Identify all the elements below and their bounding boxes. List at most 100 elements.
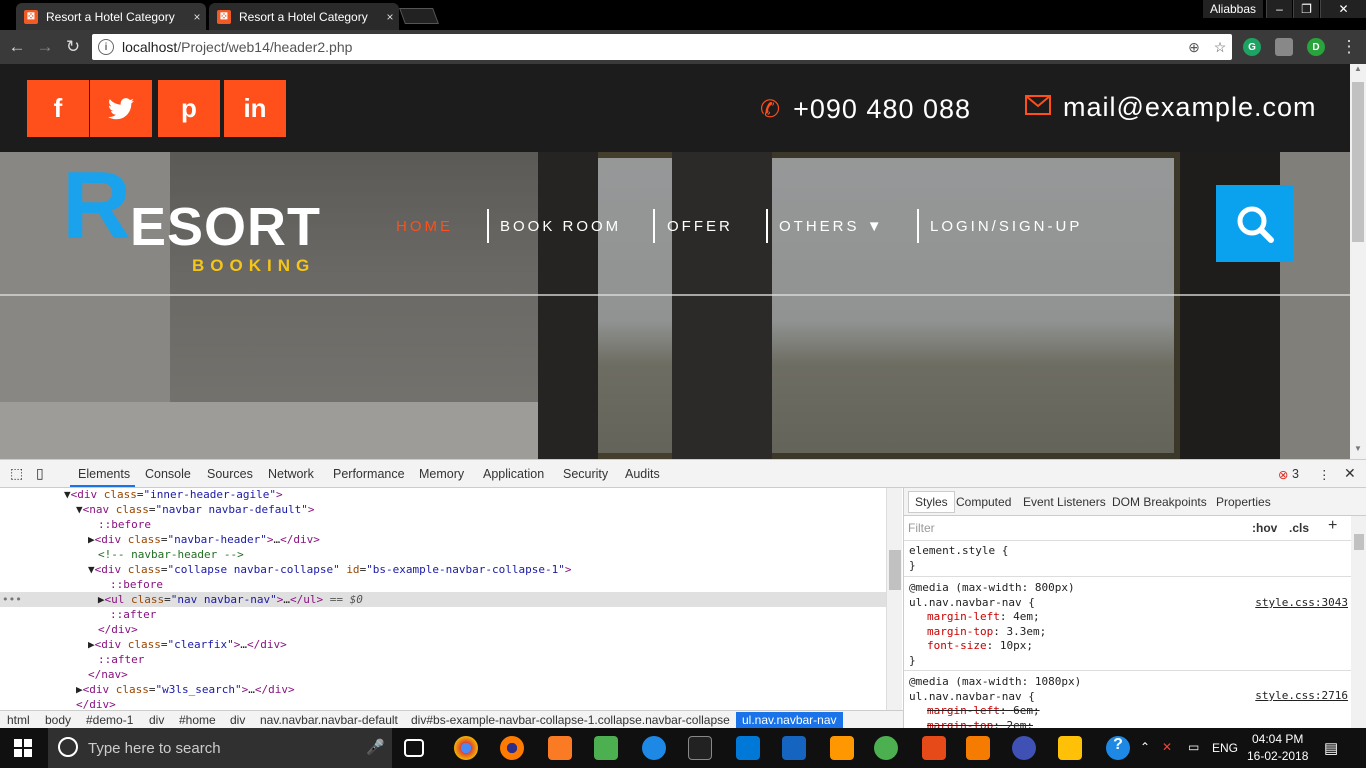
extension-icon[interactable]: D — [1307, 38, 1325, 56]
zoom-icon[interactable]: ⊕ — [1184, 34, 1204, 60]
breadcrumb-item-selected[interactable]: ul.nav.navbar-nav — [736, 712, 843, 729]
window-app-icon[interactable] — [782, 736, 806, 760]
reload-icon[interactable]: ↻ — [62, 36, 84, 58]
tab-performance[interactable]: Performance — [333, 467, 405, 481]
scroll-up-arrow[interactable]: ▲ — [1350, 64, 1366, 78]
clock-date[interactable]: 16-02-2018 — [1247, 749, 1308, 763]
source-link[interactable]: style.css:2716 — [1255, 689, 1348, 702]
dom-node[interactable]: </div> — [76, 697, 116, 710]
css-property[interactable]: margin-top: 3.3em; — [909, 625, 1075, 640]
tab-dom-breakpoints[interactable]: DOM Breakpoints — [1112, 495, 1207, 509]
error-count[interactable]: 3 — [1292, 467, 1299, 481]
device-toggle-icon[interactable]: ▯ — [36, 465, 44, 482]
clock-time[interactable]: 04:04 PM — [1252, 732, 1303, 746]
nav-home[interactable]: HOME — [396, 218, 453, 235]
dom-node[interactable]: ▼<nav class="navbar navbar-default"> — [76, 502, 314, 517]
hover-state-toggle[interactable]: :hov — [1252, 521, 1277, 535]
class-toggle[interactable]: .cls — [1289, 521, 1309, 535]
dom-node[interactable]: ▼<div class="collapse navbar-collapse" i… — [88, 562, 572, 577]
app-icon[interactable] — [922, 736, 946, 760]
breadcrumb-item[interactable]: div#bs-example-navbar-collapse-1.collaps… — [411, 713, 730, 727]
facebook-icon[interactable]: f — [27, 80, 89, 137]
utorrent-icon[interactable] — [874, 736, 898, 760]
styles-scrollbar[interactable] — [1351, 516, 1366, 729]
terminal-icon[interactable] — [688, 736, 712, 760]
scrollbar-thumb[interactable] — [889, 550, 901, 590]
tab-console[interactable]: Console — [145, 467, 191, 481]
notifications-icon[interactable]: ▤ — [1324, 739, 1338, 757]
dom-node[interactable]: <!-- navbar-header --> — [98, 547, 244, 562]
breadcrumb-item[interactable]: div — [230, 713, 245, 727]
spreadsheet-app-icon[interactable] — [594, 736, 618, 760]
source-link[interactable]: style.css:3043 — [1255, 596, 1348, 609]
dom-node[interactable]: ::after — [110, 607, 156, 622]
scroll-down-arrow[interactable]: ▼ — [1350, 444, 1366, 458]
breadcrumb-item[interactable]: nav.navbar.navbar-default — [260, 713, 398, 727]
styles-filter-input[interactable]: Filter — [908, 521, 935, 535]
profile-button[interactable]: Aliabbas — [1203, 0, 1263, 18]
close-devtools-icon[interactable]: ✕ — [1344, 465, 1356, 482]
dom-node-selected[interactable]: ••• ▶<ul class="nav navbar-nav">…</ul> ==… — [0, 592, 886, 607]
dom-node[interactable]: ▶<div class="w3ls_search">…</div> — [76, 682, 295, 697]
minimize-button[interactable]: – — [1266, 0, 1292, 18]
dom-tree-scrollbar[interactable] — [886, 488, 902, 710]
tab-properties[interactable]: Properties — [1216, 495, 1271, 509]
tab-event-listeners[interactable]: Event Listeners — [1023, 495, 1106, 509]
bird-app-icon[interactable] — [642, 736, 666, 760]
firefox-icon[interactable] — [500, 736, 524, 760]
tab-elements[interactable]: Elements — [78, 467, 130, 481]
breadcrumb-item[interactable]: #demo-1 — [86, 713, 133, 727]
tab-application[interactable]: Application — [483, 467, 544, 481]
tab-audits[interactable]: Audits — [625, 467, 660, 481]
css-rule[interactable]: @media (max-width: 1080px) ul.nav.navbar… — [909, 675, 1081, 733]
dom-node[interactable]: ::before — [110, 577, 163, 592]
tab-sources[interactable]: Sources — [207, 467, 253, 481]
eclipse-icon[interactable] — [1012, 736, 1036, 760]
site-logo[interactable]: R ESORT BOOKING — [62, 158, 332, 276]
breadcrumb-item[interactable]: html — [7, 713, 30, 727]
breadcrumb-item[interactable]: div — [149, 713, 164, 727]
dom-node[interactable]: ▶<div class="navbar-header">…</div> — [88, 532, 320, 547]
windows-start-icon[interactable] — [14, 739, 32, 757]
microphone-icon[interactable]: 🎤 — [366, 738, 385, 756]
info-icon[interactable]: i — [98, 39, 114, 55]
new-tab-button[interactable] — [399, 8, 439, 24]
restore-button[interactable]: ❐ — [1293, 0, 1319, 18]
windows-defender-icon[interactable] — [736, 736, 760, 760]
scrollbar-thumb[interactable] — [1352, 82, 1364, 242]
extension-bag-icon[interactable] — [1275, 38, 1293, 56]
nav-book-room[interactable]: BOOK ROOM — [500, 218, 621, 235]
close-window-button[interactable]: ✕ — [1320, 0, 1366, 18]
browser-tab[interactable]: ⊠ Resort a Hotel Category × — [209, 3, 399, 30]
search-button[interactable] — [1216, 185, 1293, 262]
sublime-text-icon[interactable] — [830, 736, 854, 760]
extension-icon[interactable]: G — [1243, 38, 1261, 56]
linkedin-icon[interactable]: in — [224, 80, 286, 137]
inspect-element-icon[interactable]: ⬚ — [10, 465, 23, 482]
battery-icon[interactable]: ▭ — [1188, 740, 1199, 754]
tab-computed[interactable]: Computed — [956, 495, 1011, 509]
breadcrumb-item[interactable]: #home — [179, 713, 216, 727]
dom-node[interactable]: ▼<div class="inner-header-agile"> — [64, 488, 283, 502]
chrome-icon[interactable] — [454, 736, 478, 760]
error-icon[interactable]: ⊗ — [1278, 467, 1288, 482]
xampp-icon[interactable] — [548, 736, 572, 760]
forward-icon[interactable]: → — [34, 36, 56, 58]
help-icon[interactable]: ? — [1106, 736, 1130, 760]
dom-node[interactable]: ::after — [98, 652, 144, 667]
css-property[interactable]: margin-left: 4em; — [909, 610, 1075, 625]
tab-security[interactable]: Security — [563, 467, 608, 481]
nav-login-signup[interactable]: LOGIN/SIGN-UP — [930, 218, 1082, 235]
dom-node[interactable]: ::before — [98, 517, 151, 532]
game-icon[interactable] — [966, 736, 990, 760]
task-view-icon[interactable] — [404, 739, 424, 757]
address-bar[interactable]: i localhost /Project/web14/header2.php ⊕… — [92, 34, 1232, 60]
language-indicator[interactable]: ENG — [1212, 741, 1238, 755]
dom-node[interactable]: </nav> — [88, 667, 128, 682]
css-property-overridden[interactable]: margin-left: 6em; — [909, 704, 1081, 719]
element-style-rule[interactable]: element.style { } — [909, 544, 1008, 573]
devtools-menu-icon[interactable]: ⋮ — [1318, 467, 1331, 482]
twitter-icon[interactable] — [90, 80, 152, 137]
tab-network[interactable]: Network — [268, 467, 314, 481]
breadcrumb-item[interactable]: body — [45, 713, 71, 727]
